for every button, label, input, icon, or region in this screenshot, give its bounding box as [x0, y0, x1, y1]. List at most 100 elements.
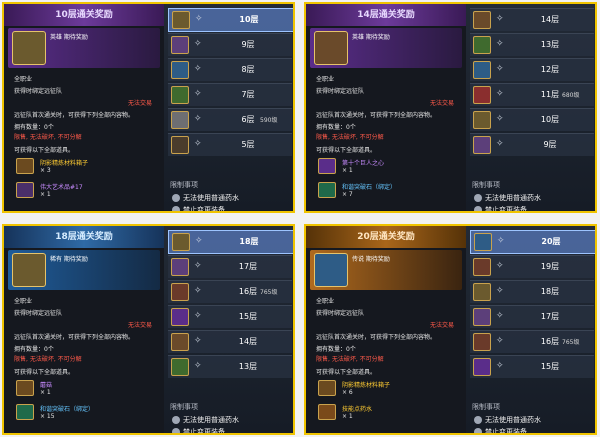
limit-note: 禁止变更装备 [474, 205, 527, 211]
floor-reward-icon [474, 233, 492, 251]
reward-panel-2: 14层通关奖励 英雄 期待奖励 全职业 获得时绑定远征队 无法交易 远征队首次通关时，可获… [304, 2, 597, 213]
floor-label: 14层 [238, 337, 258, 346]
floor-row[interactable]: ✧ 14层 [470, 8, 594, 31]
floor-reward-icon [171, 358, 189, 376]
floor-reward-icon [473, 283, 491, 301]
limit-note-text: 无法使用普通药水 [485, 194, 541, 202]
limit-note: 无法使用普通药水 [172, 415, 239, 425]
floor-reward-icon [171, 61, 189, 79]
floor-row[interactable]: ✧ 19层 [470, 255, 594, 278]
potion-icon [172, 416, 180, 424]
reward-detail: 18层通关奖励 稀有 期待奖励 全职业 获得时绑定远征队 无法交易 远征队首次通关时，可获… [4, 226, 164, 433]
bind-text: 获得时绑定远征队 [14, 88, 63, 95]
chevron-icon: ✧ [496, 361, 504, 371]
reward-item-qty: × 6 [342, 389, 353, 396]
floor-row[interactable]: ✧ 11层 680级 [470, 83, 594, 106]
floor-label: 15层 [238, 312, 258, 321]
floor-row[interactable]: ✧ 13层 [470, 33, 594, 56]
floor-row[interactable]: ✧ 20层 [470, 230, 595, 254]
reward-item-icon[interactable] [318, 380, 336, 396]
limit-heading: 限制事项 [472, 181, 500, 189]
reward-item-icon[interactable] [16, 380, 34, 396]
floor-row[interactable]: ✧ 8层 [168, 58, 292, 81]
floor-row[interactable]: ✧ 9层 [168, 33, 292, 56]
panel-title: 20层通关奖励 [306, 226, 466, 248]
limit-note: 禁止变更装备 [172, 427, 225, 433]
floor-row[interactable]: ✧ 16层 765级 [470, 330, 594, 353]
reward-item-qty: × 15 [40, 413, 55, 420]
desc-text: 远征队首次通关时，可获得下列全部内容物。 [14, 112, 135, 119]
floor-label: 7层 [241, 90, 255, 99]
banner-label: 英雄 期待奖励 [352, 34, 390, 41]
limit-note: 禁止变更装备 [172, 205, 225, 213]
reward-item-name: 蘑菇 [40, 382, 53, 389]
reward-item-icon[interactable] [318, 158, 336, 174]
floor-reward-icon [171, 308, 189, 326]
floor-row[interactable]: ✧ 15层 [470, 355, 594, 378]
reward-box-icon [12, 253, 46, 287]
floor-row[interactable]: ✧ 12层 [470, 58, 594, 81]
floor-row[interactable]: ✧ 18层 [470, 280, 594, 303]
floor-row[interactable]: ✧ 15层 [168, 305, 292, 328]
limit-note-text: 无法使用普通药水 [183, 416, 239, 424]
floor-row[interactable]: ✧ 6层 590级 [168, 108, 292, 131]
reward-item-qty: × 1 [342, 413, 353, 420]
chevron-icon: ✧ [194, 336, 202, 346]
floor-row[interactable]: ✧ 7层 [168, 83, 292, 106]
floor-row[interactable]: ✧ 9层 [470, 133, 594, 156]
floor-reward-icon [171, 258, 189, 276]
floor-list: ✧ 20层 ✧ 19层 ✧ 18层 ✧ 17层 ✧ 16层 765级 ✧ 15层 限制事项 无法使用普通药水… [466, 226, 595, 433]
floor-reward-icon [473, 86, 491, 104]
floor-label: 18层 [239, 237, 259, 246]
restrict-text: 限售, 无法破坏, 不可分解 [14, 356, 82, 363]
reward-panel-3: 18层通关奖励 稀有 期待奖励 全职业 获得时绑定远征队 无法交易 远征队首次通关时，可获… [2, 224, 295, 435]
reward-item-name: 阴影精炼材料箱子 [40, 160, 89, 167]
floor-reward-icon [473, 308, 491, 326]
chevron-icon: ✧ [194, 311, 202, 321]
chevron-icon: ✧ [194, 361, 202, 371]
floor-reward-icon [172, 11, 190, 29]
reward-item-icon[interactable] [318, 182, 336, 198]
panel-title: 18层通关奖励 [4, 226, 164, 248]
floor-label: 18层 [540, 287, 560, 296]
floor-reward-icon [171, 36, 189, 54]
required-level: 680级 [562, 92, 580, 99]
reward-item-icon[interactable] [318, 404, 336, 420]
chevron-icon: ✧ [194, 261, 202, 271]
career-text: 全职业 [316, 298, 335, 305]
required-level: 765级 [562, 339, 580, 346]
required-level: 590级 [260, 117, 278, 124]
panel-title: 14层通关奖励 [306, 4, 466, 26]
floor-label: 17层 [540, 312, 560, 321]
limit-note: 无法使用普通药水 [474, 415, 541, 425]
limit-note-text: 禁止变更装备 [183, 206, 225, 213]
reward-item-name: 和谐突破石（绑定） [40, 406, 95, 413]
floor-label: 8层 [241, 65, 255, 74]
floor-row[interactable]: ✧ 17层 [168, 255, 292, 278]
required-level: 765级 [260, 289, 278, 296]
chevron-icon: ✧ [496, 286, 504, 296]
limit-heading: 限制事项 [170, 181, 198, 189]
floor-label: 14层 [540, 15, 560, 24]
floor-row[interactable]: ✧ 16层 765级 [168, 280, 292, 303]
potion-icon [474, 428, 482, 433]
floor-row[interactable]: ✧ 10层 [470, 108, 594, 131]
reward-item-icon[interactable] [16, 158, 34, 174]
floor-row[interactable]: ✧ 18层 [168, 230, 293, 254]
bind-text: 获得时绑定远征队 [316, 88, 365, 95]
floor-row[interactable]: ✧ 14层 [168, 330, 292, 353]
floor-row[interactable]: ✧ 10层 [168, 8, 293, 32]
floor-row[interactable]: ✧ 17层 [470, 305, 594, 328]
no-trade-text: 无法交易 [127, 100, 152, 107]
reward-item-icon[interactable] [16, 404, 34, 420]
potion-icon [172, 206, 180, 211]
no-trade-text: 无法交易 [429, 100, 454, 107]
floor-reward-icon [171, 283, 189, 301]
reward-item-icon[interactable] [16, 182, 34, 198]
floor-reward-icon [171, 136, 189, 154]
floor-list: ✧ 10层 ✧ 9层 ✧ 8层 ✧ 7层 ✧ 6层 590级 ✧ 5层 限制事项 无法使用普通药水 禁止变更装… [164, 4, 293, 213]
chevron-icon: ✧ [496, 64, 504, 74]
floor-row[interactable]: ✧ 5层 [168, 133, 292, 156]
limit-note-text: 无法使用普通药水 [485, 416, 541, 424]
floor-row[interactable]: ✧ 13层 [168, 355, 292, 378]
